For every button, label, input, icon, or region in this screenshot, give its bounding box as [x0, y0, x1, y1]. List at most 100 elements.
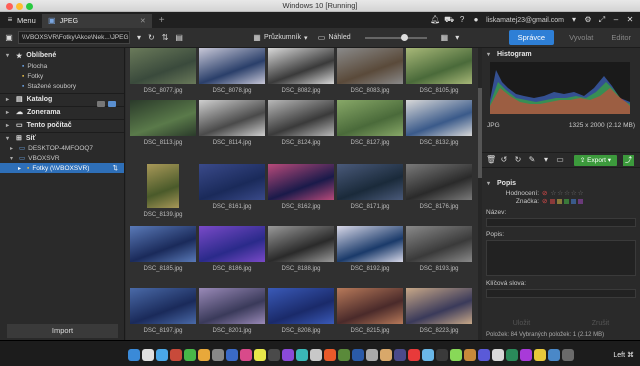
keywords-field[interactable]: [486, 289, 636, 298]
dock-app-icon[interactable]: [324, 349, 336, 361]
chevron-down-icon[interactable]: ▾: [570, 16, 578, 24]
help-icon[interactable]: ?: [458, 16, 466, 24]
edit-icon[interactable]: ✎: [528, 156, 536, 164]
favorite-item-downloads[interactable]: ▪ Stažené soubory: [0, 81, 124, 91]
thumbnail-item[interactable]: DSC_8082.jpg: [268, 48, 334, 94]
thumbnail-item[interactable]: DSC_8176.jpg: [406, 164, 472, 210]
favorites-section[interactable]: ▾ ★ Oblíbené: [0, 50, 124, 61]
dock-app-icon[interactable]: [212, 349, 224, 361]
catalog-info-icon[interactable]: [108, 101, 116, 107]
description-field[interactable]: [486, 240, 636, 276]
thumbnail-item[interactable]: DSC_8077.jpg: [130, 48, 196, 94]
thumbnail-item[interactable]: DSC_8132.jpg: [406, 100, 472, 146]
dock-app-icon[interactable]: [366, 349, 378, 361]
mode-manager-tab[interactable]: Správce: [508, 30, 555, 45]
thumbnail-image[interactable]: [337, 164, 403, 200]
dock-app-icon[interactable]: [478, 349, 490, 361]
color-purple[interactable]: [578, 198, 584, 204]
thumbnail-item[interactable]: DSC_8208.jpg: [268, 288, 334, 334]
thumbnail-item[interactable]: DSC_8161.jpg: [199, 164, 265, 210]
network-item-desktop[interactable]: ▸ ▭ DESKTOP-4MFOOQ7: [0, 143, 124, 153]
share-screen-icon[interactable]: ▭: [556, 156, 564, 164]
dock-app-icon[interactable]: [562, 349, 574, 361]
color-blue[interactable]: [571, 198, 577, 204]
thumbnail-image[interactable]: [268, 164, 334, 200]
dock-app-icon[interactable]: [170, 349, 182, 361]
chevron-down-icon[interactable]: ▾: [542, 156, 550, 164]
dock-app-icon[interactable]: [226, 349, 238, 361]
dock-app-icon[interactable]: [310, 349, 322, 361]
dock-app-icon[interactable]: [338, 349, 350, 361]
thumbnail-item[interactable]: DSC_8201.jpg: [199, 288, 265, 334]
favorite-item-desktop[interactable]: ▪ Plocha: [0, 61, 124, 71]
network-section[interactable]: ▾ ⊞ Síť: [0, 132, 124, 143]
thumbnail-image[interactable]: [199, 226, 265, 262]
dock-app-icon[interactable]: [422, 349, 434, 361]
thumbnail-item[interactable]: DSC_8186.jpg: [199, 226, 265, 272]
menu-button[interactable]: ≡ Menu: [0, 12, 42, 28]
thumbnail-item[interactable]: DSC_8124.jpg: [268, 100, 334, 146]
cart-icon[interactable]: ⛟: [444, 16, 454, 24]
close-app-icon[interactable]: ✕: [626, 16, 634, 24]
thumbnail-image[interactable]: [199, 100, 265, 136]
new-folder-icon[interactable]: ▤: [175, 33, 183, 42]
refresh-icon[interactable]: ↻: [148, 33, 155, 42]
color-yellow[interactable]: [557, 198, 563, 204]
grid-view-icon[interactable]: ▦: [441, 33, 449, 42]
share-button[interactable]: ⤴: [623, 154, 634, 166]
dock-app-icon[interactable]: [198, 349, 210, 361]
dock-app-icon[interactable]: [520, 349, 532, 361]
thumbnail-item[interactable]: DSC_8114.jpg: [199, 100, 265, 146]
dock-app-icon[interactable]: [254, 349, 266, 361]
thumbnail-image[interactable]: [337, 48, 403, 84]
thumbnail-image[interactable]: [147, 164, 179, 208]
thumbnail-item[interactable]: DSC_8105.jpg: [406, 48, 472, 94]
thumbnail-item[interactable]: DSC_8185.jpg: [130, 226, 196, 272]
dock-app-icon[interactable]: [534, 349, 546, 361]
thumbnail-item[interactable]: DSC_8192.jpg: [337, 226, 403, 272]
thumbnail-item[interactable]: DSC_8215.jpg: [337, 288, 403, 334]
dock-app-icon[interactable]: [450, 349, 462, 361]
dock-app-icon[interactable]: [268, 349, 280, 361]
thumbnail-image[interactable]: [268, 226, 334, 262]
thumbnail-image[interactable]: [268, 288, 334, 324]
thumbnail-item[interactable]: DSC_8162.jpg: [268, 164, 334, 210]
thumbnail-image[interactable]: [406, 48, 472, 84]
network-share-fotky[interactable]: ▸ ▪ Fotky (\\VBOXSVR) ⇅: [0, 163, 124, 173]
thumbnail-item[interactable]: DSC_8127.jpg: [337, 100, 403, 146]
thumbnail-item[interactable]: DSC_8223.jpg: [406, 288, 472, 334]
bell-icon[interactable]: 🔔︎: [430, 16, 440, 24]
user-icon[interactable]: ●: [472, 16, 480, 24]
export-button[interactable]: ⇪ Export ▾: [573, 154, 617, 166]
sync-icon[interactable]: ⇅: [113, 164, 118, 172]
rotate-left-icon[interactable]: ↺: [500, 156, 508, 164]
thumbnail-image[interactable]: [337, 100, 403, 136]
thumbnail-item[interactable]: DSC_8083.jpg: [337, 48, 403, 94]
reject-icon[interactable]: ⊘: [542, 189, 547, 197]
trash-icon[interactable]: 🗑︎: [486, 156, 496, 164]
thumbnail-image[interactable]: [130, 226, 196, 262]
thumbnail-image[interactable]: [406, 164, 472, 200]
tab-close-icon[interactable]: ✕: [140, 17, 146, 25]
favorite-item-photos[interactable]: ▪ Fotky: [0, 71, 124, 81]
dock-app-icon[interactable]: [506, 349, 518, 361]
dock-app-icon[interactable]: [436, 349, 448, 361]
thumbnail-image[interactable]: [268, 48, 334, 84]
cancel-button[interactable]: Zrušit: [592, 320, 610, 327]
dock-app-icon[interactable]: [156, 349, 168, 361]
fullscreen-icon[interactable]: ⤢: [598, 16, 606, 24]
user-email[interactable]: liskamatej23@gmail.com: [486, 17, 564, 24]
chevron-down-icon[interactable]: ▾: [455, 33, 459, 42]
minimize-window-button[interactable]: [16, 3, 23, 10]
thumbnail-image[interactable]: [406, 226, 472, 262]
thumbnail-item[interactable]: DSC_8197.jpg: [130, 288, 196, 334]
description-header[interactable]: ▾ Popis: [482, 178, 640, 189]
thumbnail-image[interactable]: [199, 164, 265, 200]
dock-app-icon[interactable]: [548, 349, 560, 361]
slider-knob[interactable]: [400, 33, 408, 41]
color-labels[interactable]: [550, 198, 584, 204]
thumbnail-item[interactable]: DSC_8113.jpg: [130, 100, 196, 146]
folder-icon[interactable]: ▣: [5, 34, 13, 42]
thumbnail-image[interactable]: [130, 48, 196, 84]
dock-app-icon[interactable]: [394, 349, 406, 361]
